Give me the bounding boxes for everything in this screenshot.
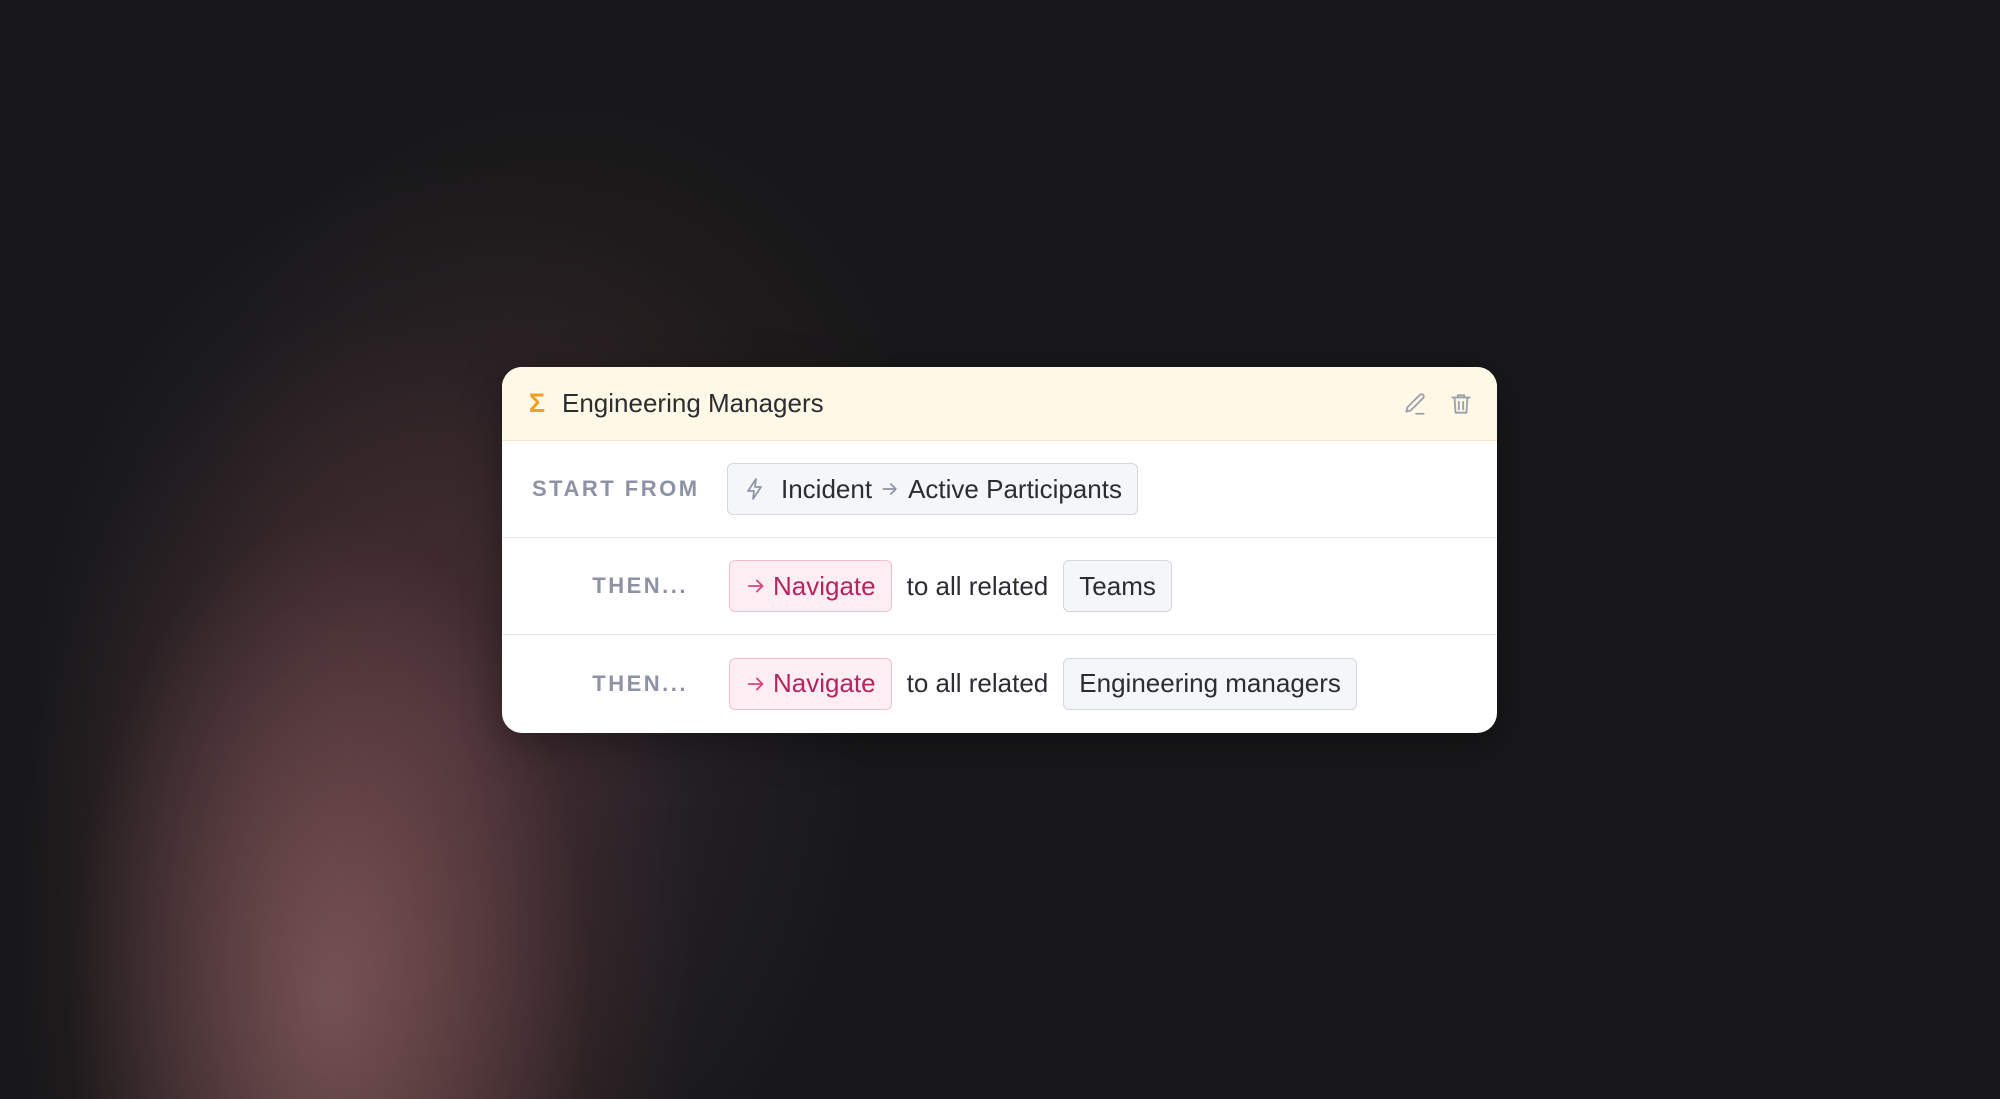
related-target-text: Engineering managers — [1079, 668, 1341, 698]
start-target-text: Active Participants — [908, 473, 1122, 504]
start-label: START FROM — [532, 476, 700, 501]
sigma-icon: Σ — [528, 388, 546, 418]
related-target-pill[interactable]: Engineering managers — [1063, 657, 1357, 710]
arrow-right-icon — [745, 575, 767, 597]
navigate-action-pill[interactable]: Navigate — [729, 657, 892, 710]
delete-button[interactable] — [1447, 390, 1475, 418]
start-row: START FROM Incident Active Participants — [502, 441, 1497, 538]
start-source-pill[interactable]: Incident Active Participants — [727, 463, 1138, 515]
start-content: Incident Active Participants — [727, 463, 1138, 515]
card-title: Engineering Managers — [562, 388, 824, 418]
arrow-right-icon — [880, 479, 900, 499]
related-target-text: Teams — [1079, 570, 1156, 601]
step-content: Navigate to all related Engineering mana… — [729, 657, 1357, 710]
header-actions — [1401, 390, 1475, 418]
related-target-pill[interactable]: Teams — [1063, 560, 1172, 612]
step-row: THEN... Navigate to all related Teams — [502, 538, 1497, 635]
connector-text: to all related — [906, 668, 1049, 698]
navigate-action-pill[interactable]: Navigate — [729, 560, 892, 612]
arrow-right-icon — [745, 673, 767, 695]
navigate-action-text: Navigate — [773, 668, 876, 698]
step-label: THEN... — [592, 573, 688, 598]
pencil-icon — [1405, 392, 1425, 415]
step-content: Navigate to all related Teams — [729, 560, 1172, 612]
lightning-bolt-icon — [743, 477, 767, 501]
trash-icon — [1451, 393, 1471, 414]
start-source-text: Incident — [781, 473, 873, 504]
connector-text: to all related — [906, 570, 1049, 601]
navigate-action-text: Navigate — [773, 570, 876, 601]
step-row: THEN... Navigate to all related Engineer… — [502, 635, 1497, 732]
card-header: Σ Engineering Managers — [502, 367, 1497, 441]
step-label: THEN... — [592, 670, 688, 696]
expression-card: Σ Engineering Managers START FROM Incide… — [502, 367, 1497, 733]
edit-button[interactable] — [1401, 390, 1429, 418]
